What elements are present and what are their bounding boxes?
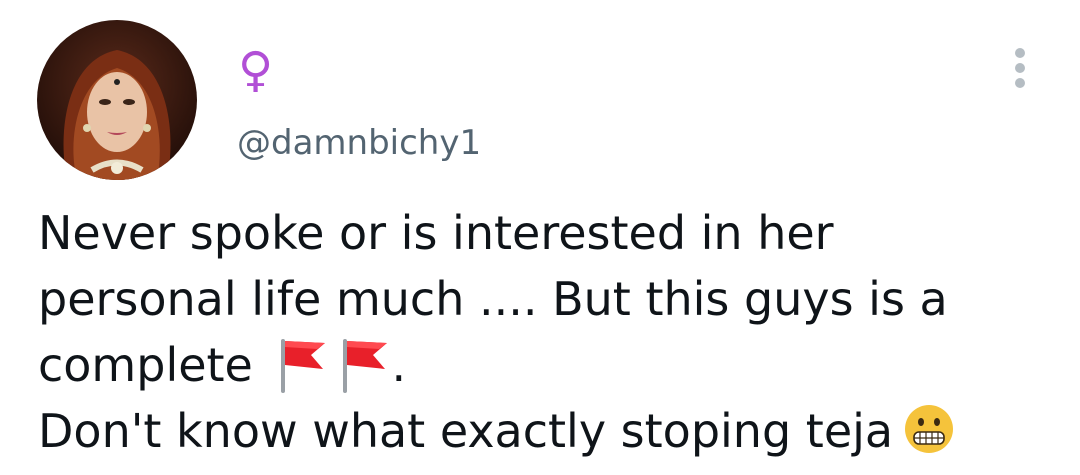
avatar-image (37, 20, 197, 180)
more-vertical-icon-dot (1015, 63, 1025, 73)
more-vertical-icon (1015, 48, 1025, 58)
red-flag-icon (343, 339, 388, 393)
tweet-line-3-text: complete (38, 338, 268, 392)
tweet-card: ♀ @damnbichy1 Never spoke or is interest… (0, 0, 1080, 475)
more-vertical-icon-dot (1015, 78, 1025, 88)
avatar[interactable] (37, 20, 197, 180)
tweet-line-4-text: Don't know what exactly stoping teja (38, 404, 894, 458)
tweet-line-2: personal life much .... But this guys is… (38, 272, 948, 326)
tweet-line-3: complete . (38, 332, 1048, 398)
tweet-text: Never spoke or is interested in her pers… (38, 200, 1048, 464)
tweet-line-1: Never spoke or is interested in her (38, 206, 834, 260)
display-name[interactable]: ♀ (238, 40, 273, 100)
grimacing-face-icon (905, 405, 954, 453)
tweet-line-4: Don't know what exactly stoping teja (38, 398, 1048, 464)
more-options-button[interactable] (1003, 46, 1037, 90)
tweet-line-3-end: . (391, 338, 407, 392)
red-flag-icon (281, 339, 326, 393)
user-handle[interactable]: @damnbichy1 (237, 120, 481, 166)
